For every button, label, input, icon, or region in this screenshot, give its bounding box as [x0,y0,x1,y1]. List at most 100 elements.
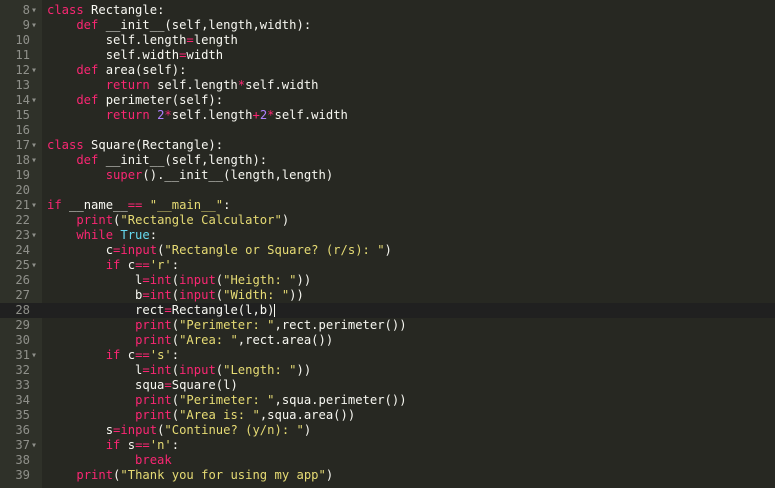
code-token: ( [171,408,180,422]
code-token: if [47,258,128,272]
code-line[interactable]: 26 l=int(input("Heigth: ")) [0,273,775,288]
code-token: : [171,348,180,362]
code-token: l [47,273,143,287]
code-line[interactable]: 36 s=input("Continue? (y/n): ") [0,423,775,438]
code-text[interactable]: print("Area: ",rect.area()) [47,333,333,348]
code-token: ) [281,213,290,227]
code-editor[interactable]: 8 ▾ class Rectangle: 9 ▾ def __init__(self,l… [0,0,775,488]
code-line[interactable]: 39 print("Thank you for using my app") [0,468,775,483]
code-line[interactable]: 10 self.length=length [0,33,775,48]
fold-arrow-icon[interactable]: ▾ [31,93,41,108]
code-text[interactable]: def __init__(self,length): [47,153,267,168]
code-line[interactable]: 23 ▾ while True: [0,228,775,243]
code-line[interactable]: 24 c=input("Rectangle or Square? (r/s): … [0,243,775,258]
code-token: self.width [47,48,180,62]
code-line[interactable]: 27 b=int(input("Width: ")) [0,288,775,303]
code-text[interactable]: rect=Rectangle(l,b) [47,303,276,318]
code-line[interactable]: 31 ▾ if c=='s': [0,348,775,363]
code-line[interactable]: 33 squa=Square(l) [0,378,775,393]
code-line[interactable]: 17 ▾ class Square(Rectangle): [0,138,775,153]
code-line[interactable]: 35 print("Area is: ",squa.area()) [0,408,775,423]
code-line[interactable]: 30 print("Area: ",rect.area()) [0,333,775,348]
fold-arrow-icon[interactable]: ▾ [31,18,41,33]
code-text[interactable]: def __init__(self,length,width): [47,18,311,33]
code-token: "Area is: " [179,408,260,422]
code-text[interactable]: squa=Square(l) [47,378,238,393]
code-text[interactable]: s=input("Continue? (y/n): ") [47,423,312,438]
code-text[interactable]: self.width=width [47,48,223,63]
code-token: = [186,33,194,47]
code-line[interactable]: 12 ▾ def area(self): [0,63,775,78]
code-line[interactable]: 37 ▾ if s=='n': [0,438,775,453]
code-text[interactable]: super().__init__(length,length) [47,168,333,183]
fold-arrow-icon[interactable]: ▾ [31,198,41,213]
code-token: "Rectangle Calculator" [120,213,282,227]
code-line[interactable]: 14 ▾ def perimeter(self): [0,93,775,108]
code-text[interactable]: b=int(input("Width: ")) [47,288,304,303]
fold-arrow-icon[interactable]: ▾ [31,153,41,168]
code-text[interactable]: return self.length*self.width [47,78,319,93]
code-text[interactable]: def area(self): [47,63,186,78]
fold-arrow-icon[interactable]: ▾ [31,3,41,18]
fold-arrow-icon[interactable]: ▾ [31,258,41,273]
code-line[interactable]: 28 rect=Rectangle(l,b) [0,303,775,318]
code-line[interactable]: 38 break [0,453,775,468]
code-line[interactable]: 22 print("Rectangle Calculator") [0,213,775,228]
code-line[interactable]: 13 return self.length*self.width [0,78,775,93]
code-text[interactable]: return 2*self.length+2*self.width [47,108,348,123]
code-line[interactable]: 11 self.width=width [0,48,775,63]
fold-arrow-icon[interactable]: ▾ [31,438,41,453]
code-line[interactable]: 15 return 2*self.length+2*self.width [0,108,775,123]
code-line[interactable]: 21 ▾ if __name__== "__main__": [0,198,775,213]
fold-arrow-icon[interactable]: ▾ [31,228,41,243]
code-token: c [127,348,136,362]
fold-arrow-icon[interactable]: ▾ [31,348,41,363]
code-line[interactable]: 25 ▾ if c=='r': [0,258,775,273]
code-line[interactable]: 20 [0,183,775,198]
code-line[interactable]: 9 ▾ def __init__(self,length,width): [0,18,775,33]
code-token: int [149,363,172,377]
code-text[interactable]: if c=='s': [47,348,179,363]
fold-arrow-icon[interactable]: ▾ [31,63,41,78]
code-line[interactable]: 34 print("Perimeter: ",squa.perimeter()) [0,393,775,408]
code-text[interactable]: c=input("Rectangle or Square? (r/s): ") [47,243,392,258]
code-text[interactable]: class Rectangle: [47,3,164,18]
code-text[interactable]: print("Thank you for using my app") [47,468,333,483]
code-token: rect [47,303,165,317]
code-token: "Rectangle or Square? (r/s): " [164,243,385,257]
code-line[interactable]: 32 l=int(input("Length: ")) [0,363,775,378]
code-text[interactable]: l=int(input("Length: ")) [47,363,311,378]
code-token: 's' [149,348,172,362]
code-token: print [135,318,172,332]
code-text[interactable]: print("Perimeter: ",rect.perimeter()) [47,318,407,333]
code-text[interactable]: if s=='n': [47,438,179,453]
code-text[interactable]: print("Rectangle Calculator") [47,213,289,228]
code-text[interactable]: if __name__== "__main__": [47,198,230,213]
code-line[interactable]: 19 super().__init__(length,length) [0,168,775,183]
line-number: 33 [15,378,30,392]
code-token: = [164,378,172,392]
code-token: "Continue? (y/n): " [164,423,304,437]
code-line[interactable]: 16 [0,123,775,138]
code-text[interactable]: print("Perimeter: ",squa.perimeter()) [47,393,407,408]
line-number: 26 [15,273,30,287]
code-token: int [149,288,172,302]
fold-arrow-icon[interactable]: ▾ [31,138,41,153]
code-line[interactable]: 29 print("Perimeter: ",rect.perimeter()) [0,318,775,333]
code-token: "Length: " [223,363,297,377]
code-text[interactable]: self.length=length [47,33,238,48]
code-text[interactable]: break [47,453,172,468]
code-text[interactable]: while True: [47,228,157,243]
code-token: self.length [157,78,238,92]
code-token: == [135,438,150,452]
code-text[interactable]: def perimeter(self): [47,93,223,108]
code-token: * [267,108,275,122]
code-text[interactable]: class Square(Rectangle): [47,138,223,153]
code-line[interactable]: 18 ▾ def __init__(self,length): [0,153,775,168]
code-text[interactable]: print("Area is: ",squa.area()) [47,408,355,423]
code-text[interactable]: if c=='r': [47,258,179,273]
code-token: ().__init__(length,length) [142,168,334,182]
code-line[interactable]: 8 ▾ class Rectangle: [0,3,775,18]
code-text[interactable]: l=int(input("Heigth: ")) [47,273,311,288]
